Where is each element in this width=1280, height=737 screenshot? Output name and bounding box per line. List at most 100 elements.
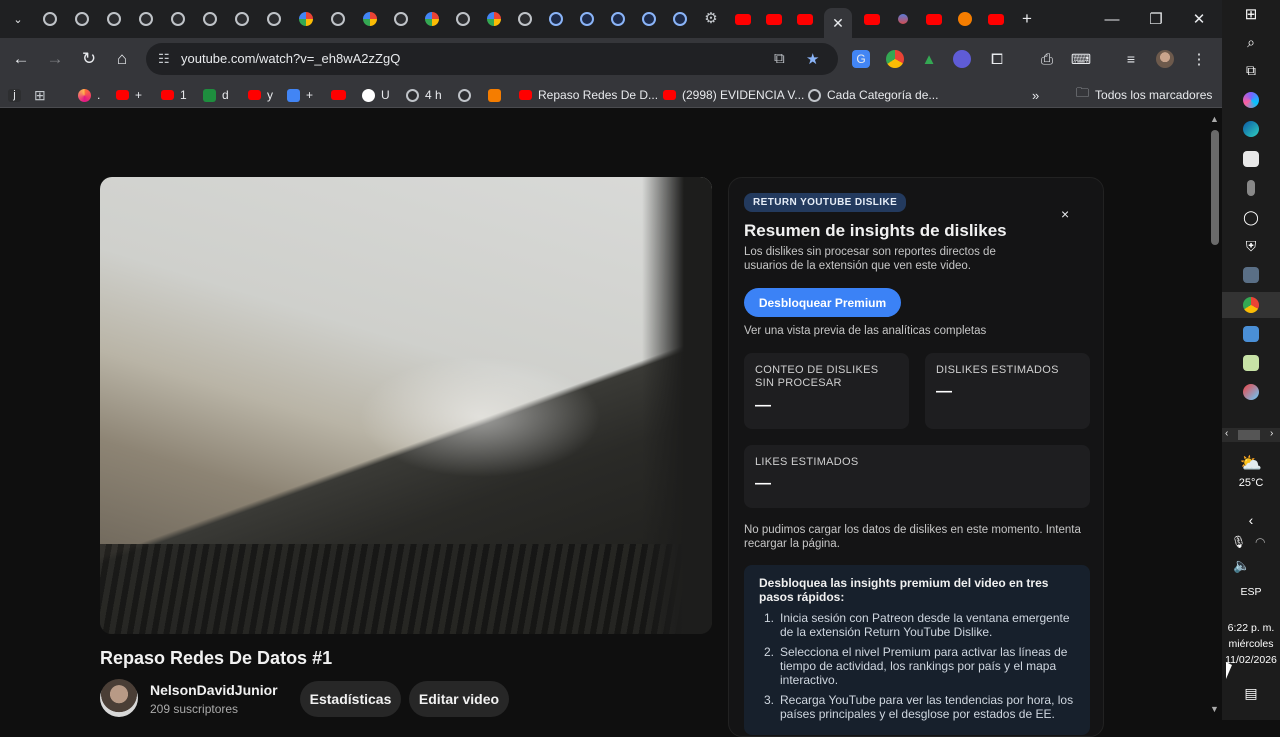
active-tab[interactable]: ✕	[824, 8, 852, 38]
start-button[interactable]: ⊞	[1241, 4, 1261, 24]
stats-button[interactable]: Estadísticas	[300, 681, 401, 717]
bookmark-item[interactable]: Repaso Redes De D...	[519, 86, 658, 104]
tab[interactable]	[732, 8, 754, 30]
close-tab-icon[interactable]: ✕	[832, 15, 844, 32]
volume-button[interactable]: 🔈	[1232, 555, 1252, 575]
taskbar-scroll[interactable]: ‹ ›	[1222, 428, 1280, 442]
taskbar-app[interactable]	[1241, 382, 1261, 402]
notifications-button[interactable]: ▤	[1241, 683, 1261, 703]
taskbar-app[interactable]	[1241, 265, 1261, 285]
tab[interactable]: ⚙	[700, 8, 722, 30]
tab[interactable]	[892, 8, 914, 30]
taskbar-scroll-thumb[interactable]	[1238, 430, 1260, 440]
taskbar-app[interactable]	[1241, 324, 1261, 344]
apps-button[interactable]: ⊞	[34, 86, 46, 104]
taskbar-app[interactable]: ◯	[1241, 207, 1261, 227]
page-scrollbar[interactable]: ▲ ▼	[1208, 114, 1222, 720]
bookmark-item[interactable]: +	[287, 86, 313, 104]
panel-close-button[interactable]: ×	[1061, 206, 1069, 222]
tab[interactable]	[954, 8, 976, 30]
print-icon[interactable]: ⎙	[1038, 50, 1056, 68]
scroll-up-icon[interactable]: ▲	[1210, 114, 1219, 124]
edit-video-button[interactable]: Editar video	[409, 681, 509, 717]
bookmark-item[interactable]: y	[248, 86, 273, 104]
clock-day[interactable]: miércoles	[1222, 638, 1280, 650]
scroll-thumb[interactable]	[1211, 130, 1219, 245]
forward-button[interactable]: →	[43, 47, 67, 71]
tab[interactable]	[452, 8, 474, 30]
tab[interactable]	[167, 8, 189, 30]
tab[interactable]	[135, 8, 157, 30]
tab[interactable]	[794, 8, 816, 30]
taskbar-app[interactable]	[1241, 90, 1261, 110]
tab[interactable]	[514, 8, 536, 30]
bookmark-item[interactable]: (2998) EVIDENCIA V...	[663, 86, 804, 104]
menu-dots-icon[interactable]: ⋮	[1190, 50, 1208, 68]
bookmark-item[interactable]: .	[78, 86, 100, 104]
bookmark-item[interactable]: U	[362, 86, 390, 104]
bookmark-item[interactable]: Cada Categoría de...	[808, 86, 938, 104]
bookmark-item[interactable]: 1	[161, 86, 187, 104]
bookmark-item[interactable]: j	[8, 86, 21, 104]
bookmark-item[interactable]	[458, 86, 471, 104]
clock-time[interactable]: 6:22 p. m.	[1222, 622, 1280, 634]
task-view-button[interactable]: ⧉	[1241, 60, 1261, 80]
tab[interactable]	[763, 8, 785, 30]
channel-name[interactable]: NelsonDavidJunior	[150, 682, 278, 698]
input-language[interactable]: ESP	[1222, 586, 1280, 598]
bookmark-item[interactable]	[488, 86, 501, 104]
tab[interactable]	[231, 8, 253, 30]
tab[interactable]	[923, 8, 945, 30]
reload-button[interactable]: ↻	[77, 47, 101, 71]
bookmark-item[interactable]: +	[116, 86, 142, 104]
taskbar-app[interactable]: ⛨	[1241, 236, 1261, 256]
chevron-left-icon[interactable]: ‹	[1225, 428, 1228, 439]
profile-avatar[interactable]	[1156, 50, 1174, 68]
chrome-extension-icon[interactable]	[886, 50, 904, 68]
tab[interactable]	[327, 8, 349, 30]
bookmark-item[interactable]	[331, 86, 346, 104]
tab[interactable]	[199, 8, 221, 30]
wifi-icon[interactable]: ◠	[1255, 535, 1265, 549]
tab[interactable]	[39, 8, 61, 30]
tab[interactable]	[545, 8, 567, 30]
more-bookmarks-button[interactable]: »	[1032, 86, 1039, 104]
tab[interactable]	[861, 8, 883, 30]
back-button[interactable]: ←	[9, 47, 33, 71]
tab[interactable]	[71, 8, 93, 30]
bookmark-star-icon[interactable]: ★	[806, 50, 819, 68]
drive-icon[interactable]: ▲	[920, 50, 938, 68]
scroll-down-icon[interactable]: ▼	[1210, 704, 1219, 714]
microphone-icon[interactable]: 🎙	[1231, 535, 1246, 549]
taskbar-app[interactable]	[1241, 149, 1261, 169]
all-bookmarks-folder[interactable]: 🗀 Todos los marcadores	[1076, 85, 1212, 104]
extension-icon[interactable]	[953, 50, 971, 68]
address-bar[interactable]: ☷ youtube.com/watch?v=_eh8wA2zZgQ ⧉ ★	[146, 43, 838, 75]
home-button[interactable]: ⌂	[110, 47, 134, 71]
tab[interactable]	[638, 8, 660, 30]
tab[interactable]	[985, 8, 1007, 30]
search-button[interactable]: ⌕	[1241, 32, 1261, 52]
weather-widget[interactable]: ⛅	[1240, 453, 1262, 473]
extensions-puzzle-icon[interactable]: ⧠	[988, 50, 1006, 68]
video-player[interactable]	[100, 177, 712, 634]
tab[interactable]	[483, 8, 505, 30]
tab[interactable]	[607, 8, 629, 30]
tab[interactable]	[669, 8, 691, 30]
tab[interactable]	[390, 8, 412, 30]
translate-page-icon[interactable]: ⌨	[1071, 50, 1091, 68]
tab-search-button[interactable]: ⌄	[7, 8, 29, 30]
restore-button[interactable]: ❐	[1138, 6, 1174, 32]
bookmark-item[interactable]: d	[203, 86, 229, 104]
chevron-right-icon[interactable]: ›	[1270, 428, 1273, 439]
close-window-button[interactable]: ✕	[1181, 6, 1217, 32]
taskbar-app[interactable]	[1241, 178, 1261, 198]
taskbar-app[interactable]	[1241, 353, 1261, 373]
weather-temperature[interactable]: 25°C	[1222, 477, 1280, 489]
tab[interactable]	[263, 8, 285, 30]
bookmark-item[interactable]: 4 h	[406, 86, 442, 104]
minimize-button[interactable]: —	[1094, 6, 1130, 32]
taskbar-app[interactable]	[1241, 119, 1261, 139]
tab[interactable]	[103, 8, 125, 30]
url-text[interactable]: youtube.com/watch?v=_eh8wA2zZgQ	[181, 51, 400, 66]
